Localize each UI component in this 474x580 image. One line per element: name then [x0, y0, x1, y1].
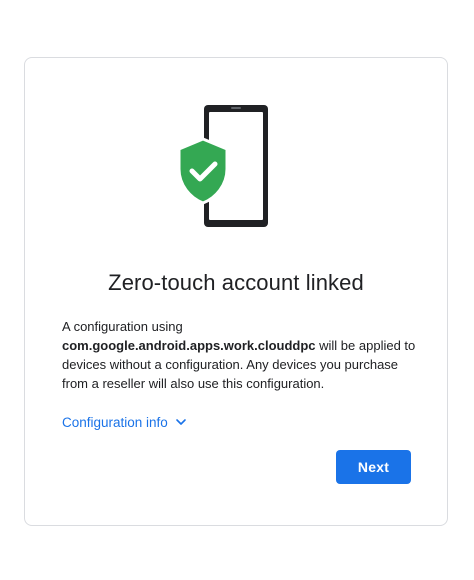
- configuration-info-label: Configuration info: [62, 414, 168, 430]
- description-prefix: A configuration using: [62, 319, 183, 334]
- phone-shield-check-icon: [177, 105, 268, 227]
- dialog-description: A configuration using com.google.android.…: [62, 317, 422, 393]
- package-name: com.google.android.apps.work.clouddpc: [62, 338, 316, 353]
- configuration-info-toggle[interactable]: Configuration info: [62, 412, 188, 432]
- chevron-down-icon: [176, 419, 186, 425]
- dialog-title: Zero-touch account linked: [108, 270, 364, 295]
- next-button[interactable]: Next: [336, 450, 411, 484]
